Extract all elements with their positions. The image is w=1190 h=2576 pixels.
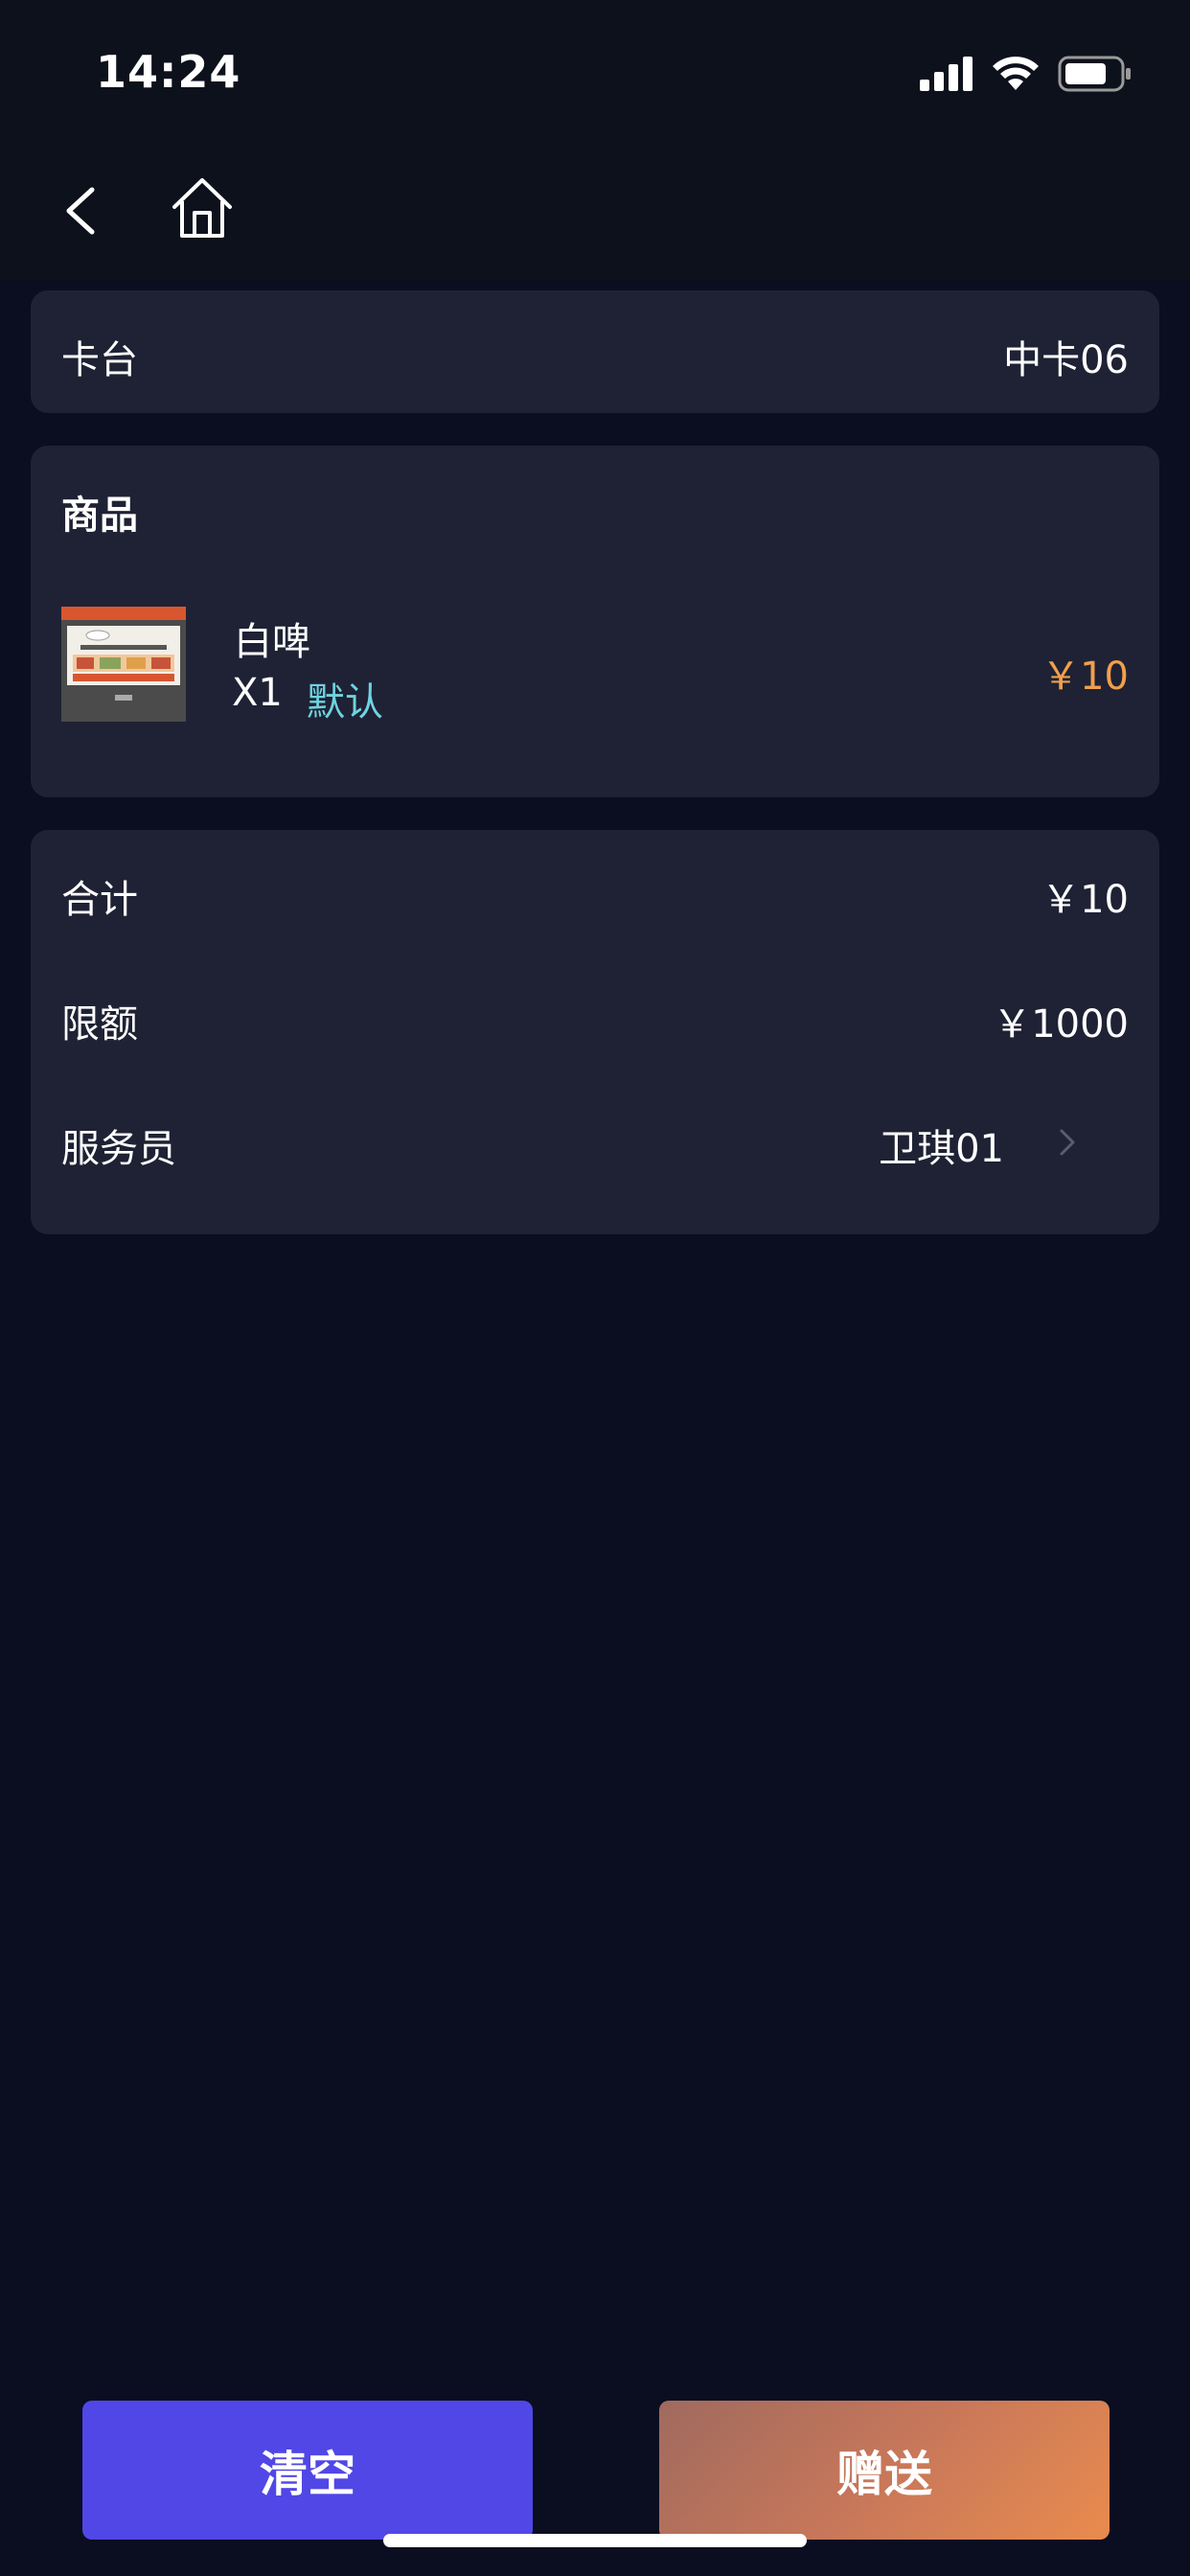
product-name: 白啤	[234, 620, 310, 664]
status-icons	[920, 56, 1133, 92]
home-icon	[172, 178, 232, 238]
total-value: ￥10	[1041, 878, 1129, 922]
goods-card: 商品 白啤 X1 默认 ￥10	[31, 446, 1159, 797]
status-bar: 14:24	[0, 0, 1190, 144]
clear-button[interactable]: 清空	[82, 2401, 533, 2540]
product-price: ￥10	[1041, 655, 1129, 699]
gift-button[interactable]: 赠送	[659, 2401, 1110, 2540]
signal-icon	[920, 57, 973, 91]
goods-title: 商品	[61, 494, 138, 538]
home-button[interactable]	[171, 174, 234, 243]
table-label: 卡台	[61, 338, 138, 382]
product-quantity: X1	[232, 671, 283, 715]
table-card: 卡台 中卡06	[31, 290, 1159, 413]
summary-card: 合计 ￥10 限额 ￥1000 服务员 卫琪01	[31, 830, 1159, 1234]
limit-label: 限额	[61, 1002, 138, 1046]
home-indicator	[383, 2534, 807, 2547]
waiter-label: 服务员	[61, 1127, 176, 1171]
product-spec: 默认	[307, 680, 383, 724]
chevron-left-icon	[66, 187, 95, 235]
battery-icon	[1058, 56, 1131, 92]
waiter-selector[interactable]: 卫琪01	[879, 1117, 1004, 1173]
back-button[interactable]	[56, 180, 113, 242]
product-image	[61, 607, 186, 722]
product-thumbnail	[61, 607, 186, 722]
chevron-right-icon[interactable]	[1056, 1123, 1079, 1162]
total-label: 合计	[61, 878, 138, 922]
wifi-icon	[993, 57, 1039, 90]
table-value: 中卡06	[1003, 338, 1129, 382]
limit-value: ￥1000	[993, 1002, 1129, 1046]
status-time: 14:24	[96, 46, 241, 98]
nav-bar	[0, 144, 1190, 280]
